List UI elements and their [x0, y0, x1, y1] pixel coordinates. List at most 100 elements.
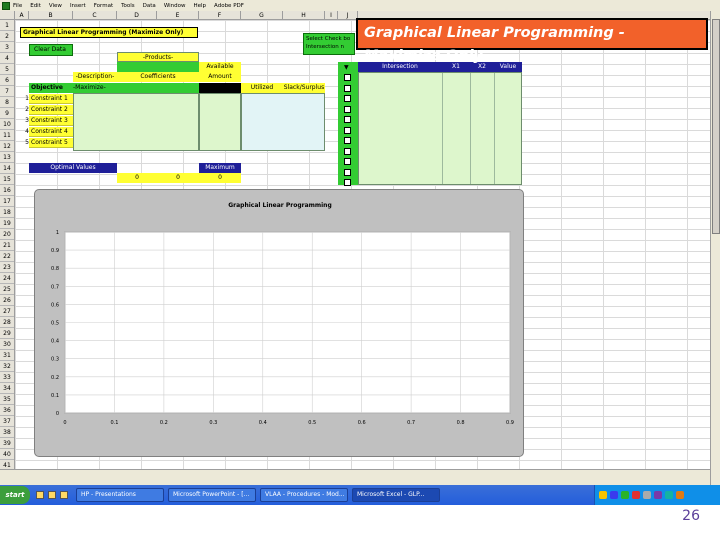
row-header-9[interactable]: 9	[0, 108, 14, 119]
quicklaunch-folder-icon[interactable]	[60, 491, 68, 499]
row-header-14[interactable]: 14	[0, 163, 14, 174]
column-header-g[interactable]: G	[241, 11, 283, 20]
intersection-checkbox[interactable]	[344, 74, 351, 81]
row-header-25[interactable]: 25	[0, 284, 14, 295]
menu-adobe-pdf[interactable]: Adobe PDF	[214, 3, 244, 9]
taskbar-item-excel[interactable]: Microsoft Excel - GLP...	[352, 488, 440, 502]
constraint-coefficients-block[interactable]	[73, 93, 199, 151]
row-header-29[interactable]: 29	[0, 328, 14, 339]
column-header-b[interactable]: B	[29, 11, 73, 20]
intersection-checkbox[interactable]	[344, 116, 351, 123]
intersection-checkbox[interactable]	[344, 147, 351, 155]
menu-window[interactable]: Window	[164, 3, 186, 9]
taskbar-item-procedures[interactable]: VLAA - Procedures - Mod...	[260, 488, 348, 502]
row-header-27[interactable]: 27	[0, 306, 14, 317]
constraint-label[interactable]: Constraint 4	[29, 127, 73, 137]
row-header-21[interactable]: 21	[0, 240, 14, 251]
row-header-12[interactable]: 12	[0, 141, 14, 152]
row-header-24[interactable]: 24	[0, 273, 14, 284]
row-header-20[interactable]: 20	[0, 229, 14, 240]
start-button[interactable]: start	[0, 486, 30, 504]
menu-view[interactable]: View	[49, 3, 62, 9]
column-header-d[interactable]: D	[117, 11, 157, 20]
row-header-18[interactable]: 18	[0, 207, 14, 218]
constraint-label[interactable]: Constraint 3	[29, 116, 73, 126]
tray-icon-2[interactable]	[610, 491, 618, 499]
tray-icon-3[interactable]	[621, 491, 629, 499]
menu-tools[interactable]: Tools	[121, 3, 135, 9]
row-header-26[interactable]: 26	[0, 295, 14, 306]
row-header-13[interactable]: 13	[0, 152, 14, 163]
column-header-i[interactable]: I	[325, 11, 338, 20]
column-header-e[interactable]: E	[157, 11, 199, 20]
row-header-22[interactable]: 22	[0, 251, 14, 262]
menu-help[interactable]: Help	[194, 3, 207, 9]
row-header-4[interactable]: 4	[0, 53, 14, 64]
row-header-36[interactable]: 36	[0, 405, 14, 416]
taskbar-item-powerpoint[interactable]: Microsoft PowerPoint - [...	[168, 488, 256, 502]
row-header-37[interactable]: 37	[0, 416, 14, 427]
tray-icon-8[interactable]	[676, 491, 684, 499]
row-header-32[interactable]: 32	[0, 361, 14, 372]
row-header-33[interactable]: 33	[0, 372, 14, 383]
tray-icon-6[interactable]	[654, 491, 662, 499]
excel-app-icon[interactable]	[2, 1, 10, 10]
column-header-f[interactable]: F	[199, 11, 241, 20]
row-header-8[interactable]: 8	[0, 97, 14, 108]
constraint-label[interactable]: Constraint 2	[29, 105, 73, 115]
row-header-35[interactable]: 35	[0, 394, 14, 405]
clear-data-button[interactable]: Clear Data	[29, 44, 73, 56]
row-header-34[interactable]: 34	[0, 383, 14, 394]
row-header-40[interactable]: 40	[0, 449, 14, 460]
constraint-label[interactable]: Constraint 5	[29, 138, 73, 148]
row-header-1[interactable]: 1	[0, 20, 14, 31]
row-header-31[interactable]: 31	[0, 350, 14, 361]
chart-object[interactable]: Graphical Linear Programming 0 0.1 0.2 0.3 0…	[34, 189, 524, 457]
column-header-a[interactable]: A	[15, 11, 29, 20]
intersection-checkbox[interactable]	[344, 158, 351, 165]
row-header-28[interactable]: 28	[0, 317, 14, 328]
taskbar-item-presentations[interactable]: HP - Presentations	[76, 488, 164, 502]
row-header-39[interactable]: 39	[0, 438, 14, 449]
row-header-16[interactable]: 16	[0, 185, 14, 196]
column-header-c[interactable]: C	[73, 11, 117, 20]
column-header-h[interactable]: H	[283, 11, 325, 20]
intersection-checkbox[interactable]	[344, 84, 351, 92]
vertical-scrollbar[interactable]	[710, 11, 720, 485]
intersection-checkbox[interactable]	[344, 95, 351, 102]
row-header-7[interactable]: 7	[0, 86, 14, 97]
row-header-5[interactable]: 5	[0, 64, 14, 75]
objective-coefficients[interactable]	[117, 83, 199, 93]
row-header-3[interactable]: 3	[0, 42, 14, 53]
constraint-label[interactable]: Constraint 1	[29, 94, 73, 104]
row-header-10[interactable]: 10	[0, 119, 14, 130]
quicklaunch-ie-icon[interactable]	[36, 491, 44, 499]
row-header-19[interactable]: 19	[0, 218, 14, 229]
intersection-checkbox[interactable]	[344, 105, 351, 113]
row-header-30[interactable]: 30	[0, 339, 14, 350]
menu-format[interactable]: Format	[94, 3, 113, 9]
menu-data[interactable]: Data	[143, 3, 156, 9]
tray-icon-7[interactable]	[665, 491, 673, 499]
intersection-checkbox[interactable]	[344, 179, 351, 186]
menu-insert[interactable]: Insert	[70, 3, 86, 9]
available-amount-block[interactable]	[199, 93, 241, 151]
checkbox-dropdown-icon[interactable]: ▼	[344, 63, 352, 72]
quicklaunch-outlook-icon[interactable]	[48, 491, 56, 499]
row-header-15[interactable]: 15	[0, 174, 14, 185]
menu-file[interactable]: File	[13, 3, 22, 9]
intersection-checkbox[interactable]	[344, 137, 351, 144]
menu-edit[interactable]: Edit	[30, 3, 41, 9]
select-intersection-button[interactable]: Select Check bo Intersection n	[303, 33, 355, 55]
row-header-23[interactable]: 23	[0, 262, 14, 273]
vertical-scroll-thumb[interactable]	[712, 19, 720, 234]
row-header-11[interactable]: 11	[0, 130, 14, 141]
tray-icon-4[interactable]	[632, 491, 640, 499]
row-header-17[interactable]: 17	[0, 196, 14, 207]
select-all-corner[interactable]	[0, 11, 15, 20]
tray-icon-5[interactable]	[643, 491, 651, 499]
row-header-38[interactable]: 38	[0, 427, 14, 438]
intersection-checkbox[interactable]	[344, 168, 351, 176]
row-header-6[interactable]: 6	[0, 75, 14, 86]
tray-icon-1[interactable]	[599, 491, 607, 499]
